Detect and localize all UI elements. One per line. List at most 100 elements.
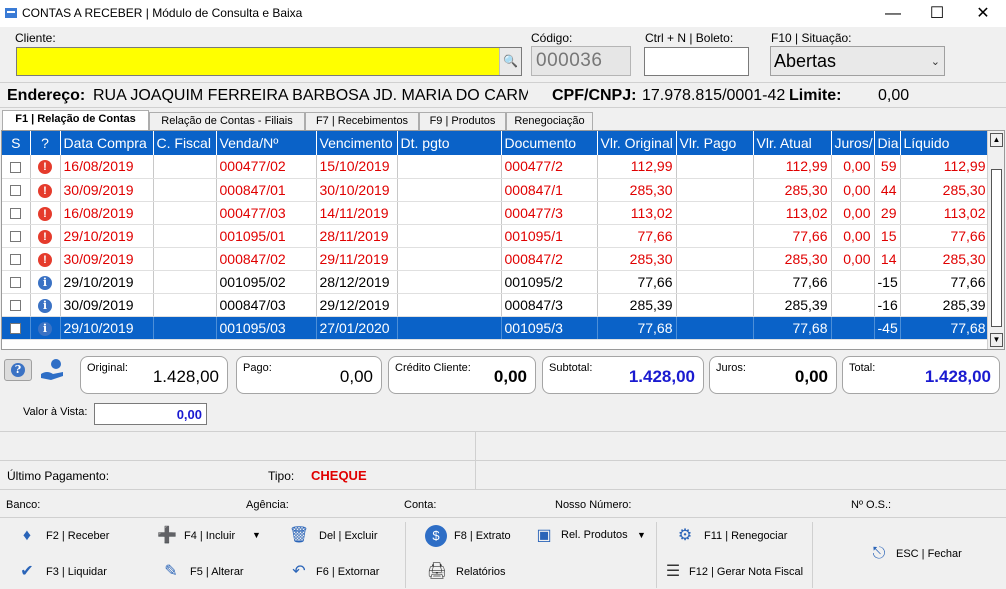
maximize-icon[interactable]: ☐ xyxy=(914,0,960,27)
table-row[interactable]: i 29/10/2019 001095/02 28/12/2019 001095/2 77… xyxy=(2,270,990,294)
cliente-input[interactable] xyxy=(16,47,522,76)
cell-liquido: 285,39 xyxy=(900,293,990,317)
original-value: 1.428,00 xyxy=(152,367,219,386)
scroll-thumb[interactable] xyxy=(991,169,1002,327)
contas-grid[interactable]: S? Data Compra C. Fiscal Venda/Nº Vencimento… xyxy=(1,130,1005,350)
relatorios-button[interactable]: 🖨 Relatórios xyxy=(426,560,526,586)
scroll-down-icon[interactable]: ▼ xyxy=(990,333,1003,347)
table-row[interactable]: ! 30/09/2019 000847/02 29/11/2019 000847/2 28… xyxy=(2,247,990,271)
cell-c-fiscal xyxy=(153,293,217,317)
table-row[interactable]: i 30/09/2019 000847/03 29/12/2019 000847/3 28… xyxy=(2,293,990,317)
row-checkbox[interactable] xyxy=(10,254,22,266)
tab-relacao-filiais[interactable]: Relação de Contas - Filiais xyxy=(149,112,305,130)
chevron-down-icon: ⌄ xyxy=(930,56,940,68)
chevron-down-icon[interactable]: ▼ xyxy=(252,530,261,540)
alterar-button[interactable]: ✎ F5 | Alterar xyxy=(160,560,260,586)
chevron-down-icon[interactable]: ▼ xyxy=(637,530,646,540)
status-cell: ! xyxy=(30,178,61,202)
rel-produtos-label: Rel. Produtos xyxy=(561,529,628,541)
cell-data-compra: 30/09/2019 xyxy=(60,178,154,202)
renegociar-button[interactable]: ⚙ F11 | Renegociar xyxy=(674,524,794,550)
column-header[interactable]: Vlr. Atual xyxy=(753,131,832,155)
cell-liquido: 77,68 xyxy=(900,316,990,340)
column-header[interactable]: Documento xyxy=(501,131,598,155)
barcode-icon: ☰ xyxy=(665,563,681,580)
table-row[interactable]: ! 16/08/2019 000477/02 15/10/2019 000477/2 11… xyxy=(2,155,990,179)
column-header[interactable]: C. Fiscal xyxy=(153,131,217,155)
cell-documento: 000847/2 xyxy=(501,247,598,271)
row-checkbox[interactable] xyxy=(10,300,22,312)
table-row[interactable]: ! 29/10/2019 001095/01 28/11/2019 001095/1 77… xyxy=(2,224,990,248)
info-icon: i xyxy=(38,298,52,313)
cell-liquido: 77,66 xyxy=(900,224,990,248)
hand-money-icon: ♦ xyxy=(22,527,32,544)
column-header[interactable]: Vlr. Original xyxy=(597,131,677,155)
row-checkbox[interactable] xyxy=(10,277,22,289)
row-checkbox[interactable] xyxy=(10,231,22,243)
column-header[interactable]: Data Compra xyxy=(60,131,154,155)
tab-produtos[interactable]: F9 | Produtos xyxy=(419,112,506,130)
info-icon: i xyxy=(38,275,52,290)
column-header[interactable]: Dt. pgto xyxy=(397,131,502,155)
table-row[interactable]: ! 30/09/2019 000847/01 30/10/2019 000847/1 28… xyxy=(2,178,990,202)
column-header[interactable]: Juros/ xyxy=(831,131,875,155)
column-header[interactable]: Vencimento xyxy=(316,131,398,155)
cell-liquido: 285,30 xyxy=(900,247,990,271)
cell-dia: -45 xyxy=(874,316,901,340)
codigo-field: 000036 xyxy=(531,46,631,76)
close-icon[interactable]: ✕ xyxy=(960,0,1006,27)
vista-input[interactable]: 0,00 xyxy=(94,403,207,425)
help-button[interactable]: ? xyxy=(4,359,32,381)
overdue-warning-icon: ! xyxy=(38,160,52,175)
extrato-button[interactable]: $ F8 | Extrato xyxy=(425,524,525,550)
pago-value: 0,00 xyxy=(339,367,373,386)
row-checkbox[interactable] xyxy=(10,208,22,220)
scroll-up-icon[interactable]: ▲ xyxy=(990,133,1003,147)
minimize-icon[interactable]: — xyxy=(870,0,916,27)
rel-produtos-button[interactable]: ▣ Rel. Produtos ▼ xyxy=(533,524,648,550)
tab-recebimentos[interactable]: F7 | Recebimentos xyxy=(305,112,419,130)
tab-relacao-contas[interactable]: F1 | Relação de Contas xyxy=(2,110,149,131)
cell-c-fiscal xyxy=(153,247,217,271)
column-header[interactable]: Vlr. Pago xyxy=(676,131,754,155)
overdue-warning-icon: ! xyxy=(38,252,52,267)
cell-vencimento: 28/12/2019 xyxy=(316,270,398,294)
boleto-input[interactable] xyxy=(644,47,749,76)
cell-vlr-pago xyxy=(676,178,754,202)
renegociar-label: F11 | Renegociar xyxy=(704,530,788,542)
row-checkbox-cell xyxy=(2,201,31,225)
row-checkbox[interactable] xyxy=(10,162,22,174)
cell-documento: 000847/3 xyxy=(501,293,598,317)
edit-icon: ✎ xyxy=(164,563,178,580)
liquidar-button[interactable]: ✔ F3 | Liquidar xyxy=(16,560,136,586)
column-header[interactable]: Líquido xyxy=(900,131,990,155)
column-header[interactable]: Venda/Nº xyxy=(216,131,317,155)
cell-dt-pgto xyxy=(397,270,502,294)
row-checkbox[interactable] xyxy=(10,185,22,197)
excluir-button[interactable]: 🗑 Del | Excluir xyxy=(288,524,388,550)
receber-button[interactable]: ♦ F2 | Receber xyxy=(16,524,136,550)
cell-venda: 001095/03 xyxy=(216,316,317,340)
hand-money-icon[interactable] xyxy=(39,358,67,382)
cell-documento: 000477/3 xyxy=(501,201,598,225)
column-header[interactable]: Dia xyxy=(874,131,901,155)
search-icon[interactable]: 🔍 xyxy=(499,48,521,75)
table-row[interactable]: ! 16/08/2019 000477/03 14/11/2019 000477/3 11… xyxy=(2,201,990,225)
cell-data-compra: 30/09/2019 xyxy=(60,247,154,271)
grid-scrollbar[interactable]: ▲ ▼ xyxy=(987,131,1004,349)
table-row[interactable]: i 29/10/2019 001095/03 27/01/2020 001095/3 77… xyxy=(2,316,990,340)
incluir-button[interactable]: ➕ F4 | Incluir ▼ xyxy=(156,524,266,550)
help-icon: ? xyxy=(11,363,25,377)
extornar-button[interactable]: ↶ F6 | Extornar xyxy=(288,560,388,586)
nota-fiscal-button[interactable]: ☰ F12 | Gerar Nota Fiscal xyxy=(662,560,807,586)
cell-vencimento: 29/12/2019 xyxy=(316,293,398,317)
cell-vlr-atual: 113,02 xyxy=(753,201,832,225)
status-cell: i xyxy=(30,270,61,294)
situacao-select[interactable]: Abertas ⌄ xyxy=(770,46,945,76)
row-checkbox[interactable] xyxy=(10,323,22,335)
tab-renegociacao[interactable]: Renegociação xyxy=(506,112,593,130)
column-header[interactable]: S xyxy=(2,131,31,155)
column-header[interactable]: ? xyxy=(30,131,61,155)
cpf-label: CPF/CNPJ: xyxy=(552,87,637,104)
fechar-button[interactable]: ⎋ ESC | Fechar xyxy=(868,542,968,568)
